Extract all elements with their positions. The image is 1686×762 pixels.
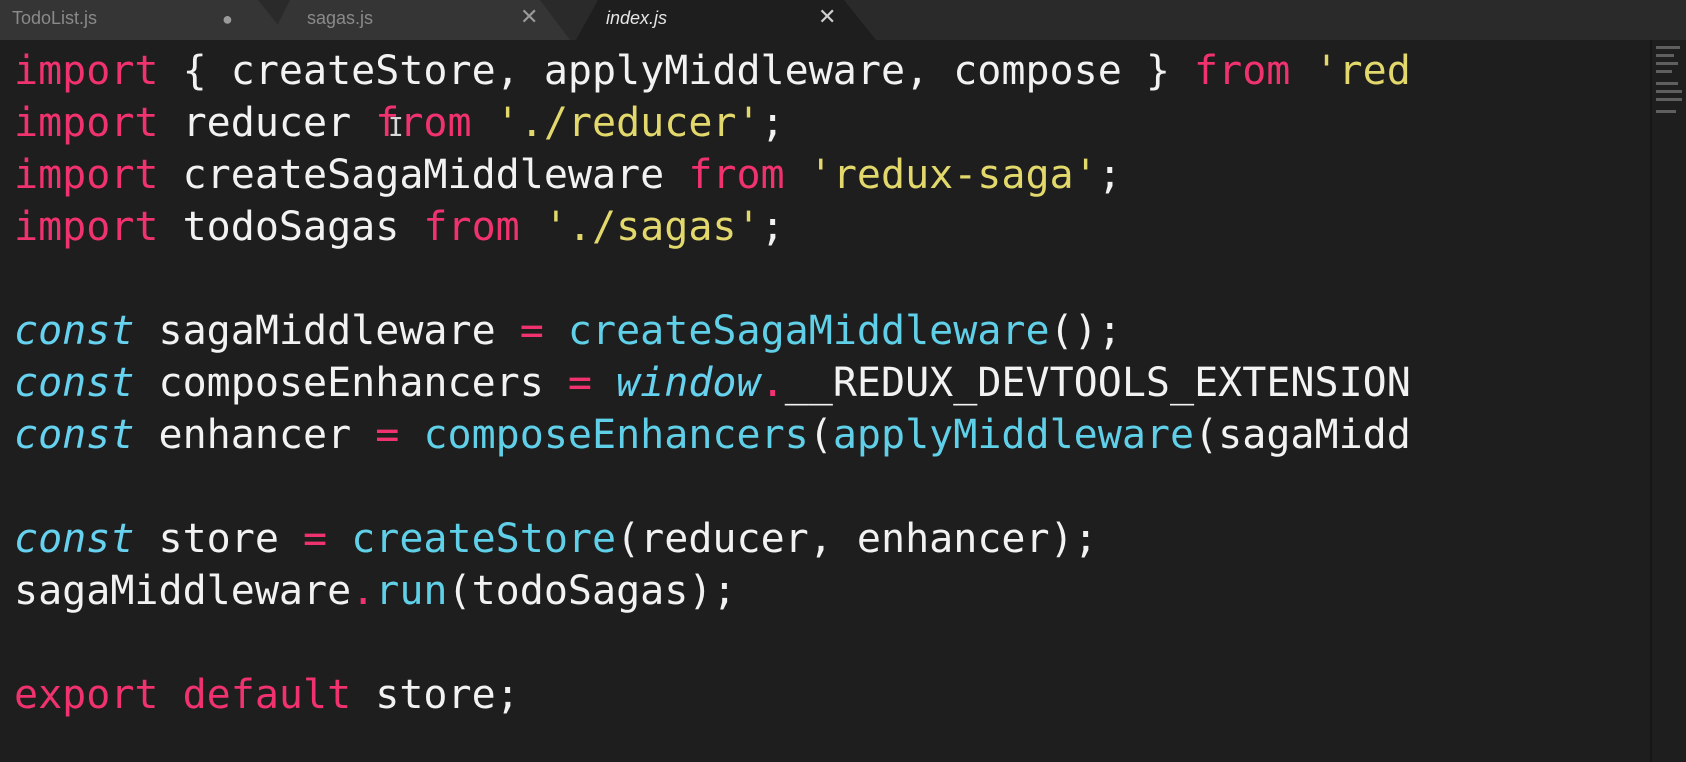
code-token: enhancer [134,412,376,458]
code-token: from [688,152,785,198]
code-token: run [375,568,448,614]
code-line[interactable]: import reducer from './reducer'; [14,97,1650,149]
code-token: reducer [158,100,376,146]
code-line[interactable] [14,461,1650,513]
minimap-line [1656,82,1678,85]
minimap-line [1656,90,1682,93]
code-token: ; [1097,152,1122,198]
code-token: window [616,360,761,406]
code-line[interactable] [14,253,1650,305]
tab-todolist[interactable]: TodoList.js ● [0,0,290,40]
code-token: sagaMiddleware [14,568,352,614]
minimap-line [1656,62,1678,65]
code-line[interactable]: const composeEnhancers = window.__REDUX_… [14,357,1650,409]
code-token: createSagaMiddleware [158,152,689,198]
tab-label: index.js [606,8,668,28]
code-token: = [375,412,400,458]
code-token: const [14,516,135,562]
code-token: ; [760,204,785,250]
code-token: { createStore, applyMiddleware, compose … [158,48,1195,94]
code-line[interactable]: sagaMiddleware.run(todoSagas); [14,565,1650,617]
tab-index[interactable]: index.js ✕ [576,0,876,40]
code-line[interactable]: import { createStore, applyMiddleware, c… [14,45,1650,97]
code-line[interactable]: import createSagaMiddleware from 'redux-… [14,149,1650,201]
code-token: import [14,204,159,250]
code-token: composeEnhancers [134,360,568,406]
code-editor[interactable]: import { createStore, applyMiddleware, c… [0,40,1686,762]
minimap-line [1656,46,1680,49]
unsaved-dot-icon[interactable]: ● [222,8,233,30]
code-token: (reducer, enhancer); [616,516,1098,562]
code-area[interactable]: import { createStore, applyMiddleware, c… [14,45,1650,745]
text-cursor-icon: 𝙸 [388,113,404,143]
code-token: import [14,152,159,198]
code-token: composeEnhancers [423,412,809,458]
code-token: 'red [1314,48,1411,94]
code-token: import [14,48,159,94]
minimap-divider [1650,40,1652,762]
tab-bar: TodoList.js ● sagas.js ✕ index.js ✕ [0,0,1686,40]
code-line[interactable]: const enhancer = composeEnhancers(applyM… [14,409,1650,461]
code-token: (sagaMidd [1194,412,1411,458]
code-token: default [182,672,352,718]
code-token: . [760,360,785,406]
code-token: = [519,308,544,354]
minimap-line [1656,54,1674,57]
minimap-line [1656,110,1676,113]
code-token: (); [1049,308,1122,354]
code-line[interactable]: export default store; [14,669,1650,721]
tab-sagas[interactable]: sagas.js ✕ [270,0,570,40]
code-token: store; [351,672,520,718]
close-icon[interactable]: ✕ [818,6,836,28]
tab-label: TodoList.js [12,8,98,28]
code-token: todoSagas [158,204,424,250]
code-token: './reducer' [495,100,761,146]
code-token: (todoSagas); [447,568,737,614]
code-token: ( [808,412,833,458]
code-token: __REDUX_DEVTOOLS_EXTENSION [784,360,1411,406]
code-token: createSagaMiddleware [567,308,1050,354]
code-token: './sagas' [543,204,761,250]
code-line[interactable] [14,617,1650,669]
code-token: sagaMiddleware [134,308,520,354]
minimap-line [1656,98,1682,101]
code-token: ; [760,100,785,146]
code-token: 'redux-saga' [808,152,1098,198]
code-line[interactable]: import todoSagas from './sagas'; [14,201,1650,253]
code-token: const [14,360,135,406]
minimap[interactable] [1650,40,1686,122]
code-token: = [567,360,592,406]
code-line[interactable]: const store = createStore(reducer, enhan… [14,513,1650,565]
tab-label: sagas.js [307,8,374,28]
code-line[interactable]: const sagaMiddleware = createSagaMiddlew… [14,305,1650,357]
code-token: store [134,516,303,562]
code-token: applyMiddleware [832,412,1195,458]
code-token: const [14,308,135,354]
minimap-line [1656,70,1672,73]
code-token: from [1194,48,1291,94]
code-token: = [303,516,328,562]
code-token: createStore [351,516,617,562]
editor-window: TodoList.js ● sagas.js ✕ index.js ✕ impo… [0,0,1686,762]
code-token: . [351,568,376,614]
code-token: from [423,204,520,250]
code-token: const [14,412,135,458]
code-token: export [14,672,159,718]
close-icon[interactable]: ✕ [520,6,538,28]
code-token: import [14,100,159,146]
